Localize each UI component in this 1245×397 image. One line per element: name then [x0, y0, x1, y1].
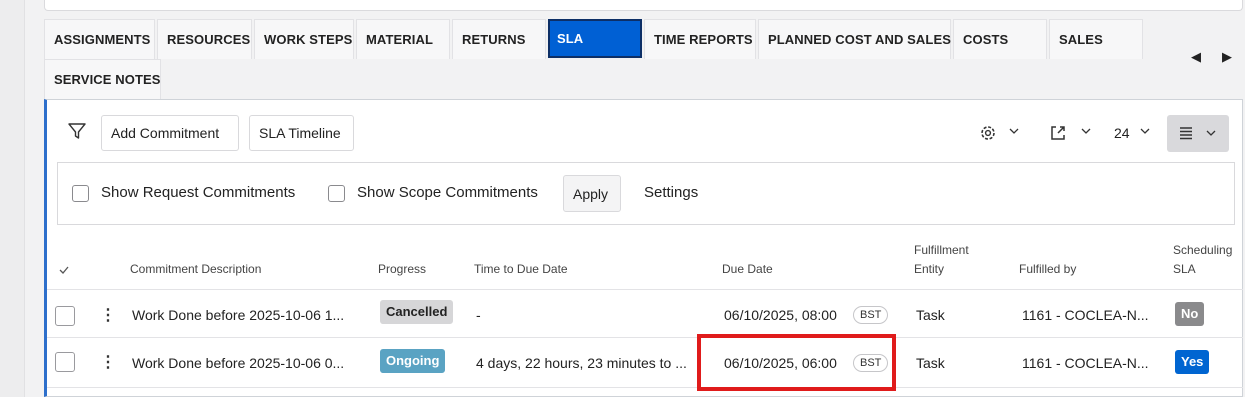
tab-planned-cost-and-sales[interactable]: PLANNED COST AND SALES [758, 19, 951, 59]
checkmark-icon[interactable] [58, 263, 70, 281]
fulfilled-by[interactable]: 1161 - COCLEA-N... [1022, 355, 1149, 371]
kebab-icon[interactable]: ⋮ [100, 305, 116, 325]
chevron-down-icon[interactable] [1080, 124, 1092, 140]
column-header-time-to-due[interactable]: Time to Due Date [474, 260, 568, 278]
show-request-commitments-label: Show Request Commitments [101, 184, 296, 201]
tab-returns[interactable]: RETURNS [452, 19, 546, 59]
sla-panel: Add Commitment SLA Timeline 24 Show Requ… [44, 99, 1243, 397]
settings-link[interactable]: Settings [644, 184, 698, 201]
filter-icon[interactable] [67, 121, 87, 144]
page-size-value[interactable]: 24 [1114, 125, 1130, 141]
tab-sales[interactable]: SALES [1049, 19, 1143, 59]
view-mode-button[interactable] [1167, 115, 1229, 152]
commitment-description[interactable]: Work Done before 2025-10-06 0... [132, 355, 344, 371]
apply-button[interactable]: Apply [563, 175, 621, 212]
fulfillment-entity: Task [916, 307, 945, 323]
divider [47, 337, 1243, 338]
row-checkbox[interactable] [55, 306, 75, 326]
show-scope-commitments-label: Show Scope Commitments [357, 184, 538, 201]
filter-bar: Show Request Commitments Show Scope Comm… [57, 162, 1235, 225]
chevron-down-icon [1205, 126, 1217, 142]
row-checkbox[interactable] [55, 352, 75, 372]
chevron-down-icon[interactable] [1139, 124, 1151, 140]
tab-work-steps[interactable]: WORK STEPS [254, 19, 354, 59]
commitment-description[interactable]: Work Done before 2025-10-06 1... [132, 307, 344, 323]
tab-assignments[interactable]: ASSIGNMENTS [44, 19, 155, 59]
annotation-highlight-box [697, 334, 896, 391]
progress-badge: Ongoing [380, 349, 446, 373]
chevron-right-icon[interactable]: ▶ [1222, 49, 1232, 65]
timezone-badge: BST [853, 306, 889, 324]
tab-time-reports[interactable]: TIME REPORTS [644, 19, 756, 59]
chevron-down-icon[interactable] [1008, 124, 1020, 140]
column-header-scheduling-sla-line2[interactable]: SLA [1173, 260, 1196, 278]
tab-costs[interactable]: COSTS [953, 19, 1047, 59]
scheduling-sla-badge: Yes [1175, 350, 1210, 374]
tab-material[interactable]: MATERIAL [356, 19, 450, 59]
time-to-due: - [476, 307, 481, 323]
sla-timeline-button[interactable]: SLA Timeline [249, 115, 354, 151]
top-card [44, 0, 1243, 11]
divider [47, 387, 1243, 388]
column-header-progress[interactable]: Progress [378, 260, 426, 278]
gear-icon[interactable] [979, 124, 997, 145]
fulfilled-by[interactable]: 1161 - COCLEA-N... [1022, 307, 1149, 323]
column-header-fulfilled-by[interactable]: Fulfilled by [1019, 260, 1076, 278]
export-icon[interactable] [1049, 124, 1067, 145]
column-header-fulfillment-entity-line1[interactable]: Fulfillment [914, 241, 969, 259]
scheduling-sla-badge: No [1175, 302, 1205, 326]
tab-sla[interactable]: SLA [548, 19, 642, 58]
divider [47, 289, 1243, 290]
list-view-icon [1179, 125, 1193, 144]
column-header-fulfillment-entity-line2[interactable]: Entity [914, 260, 944, 278]
left-rail [0, 0, 25, 397]
show-request-commitments-checkbox[interactable] [72, 185, 89, 202]
column-header-scheduling-sla-line1[interactable]: Scheduling [1173, 241, 1232, 259]
tab-service-notes[interactable]: SERVICE NOTES [44, 59, 161, 99]
add-commitment-button[interactable]: Add Commitment [101, 115, 239, 151]
show-scope-commitments-checkbox[interactable] [328, 185, 345, 202]
progress-badge: Cancelled [380, 300, 454, 324]
chevron-left-icon[interactable]: ◀ [1191, 49, 1201, 65]
fulfillment-entity: Task [916, 355, 945, 371]
column-header-description[interactable]: Commitment Description [130, 260, 261, 278]
tab-resources[interactable]: RESOURCES [157, 19, 252, 59]
kebab-icon[interactable]: ⋮ [100, 352, 116, 372]
column-header-due-date[interactable]: Due Date [722, 260, 773, 278]
time-to-due: 4 days, 22 hours, 23 minutes to ... [476, 355, 687, 371]
due-date: 06/10/2025, 08:00 [724, 307, 837, 323]
